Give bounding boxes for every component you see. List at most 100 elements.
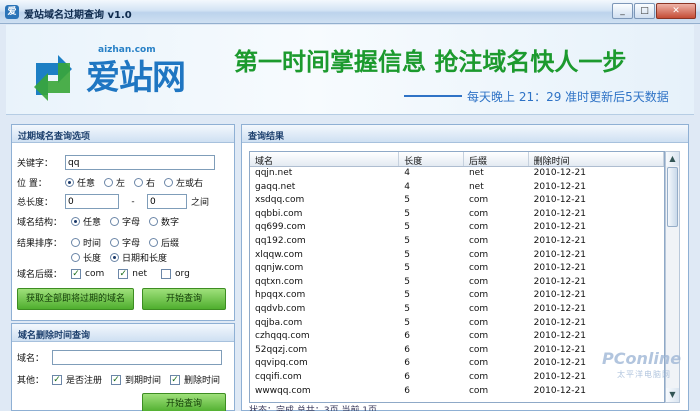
cell-suffix: com xyxy=(468,290,489,301)
cell-length: 6 xyxy=(404,371,410,382)
cell-domain: qqtxn.com xyxy=(255,276,304,287)
position-label: 位 置： xyxy=(17,179,47,189)
cell-length: 5 xyxy=(404,263,410,274)
logo-arrows-icon xyxy=(34,55,72,101)
scroll-thumb[interactable] xyxy=(667,167,678,227)
table-row[interactable]: qqbbi.com 5 com 2010-12-21 xyxy=(250,208,664,222)
results-table-header: 域名 长度 后缀 删除时间 xyxy=(250,152,664,167)
delete-query-button[interactable]: 开始查询 xyxy=(142,393,226,411)
scroll-up-icon[interactable]: ▲ xyxy=(666,152,679,166)
radio-icon xyxy=(110,253,120,262)
table-row[interactable]: qqdvb.com 5 com 2010-12-21 xyxy=(250,303,664,317)
other-label: 其他： xyxy=(17,376,45,386)
table-row[interactable]: qq699.com 5 com 2010-12-21 xyxy=(250,221,664,235)
domain-input[interactable] xyxy=(52,350,222,365)
structure-option-any[interactable]: 任意 xyxy=(71,215,101,228)
table-row[interactable]: qqjn.net 4 net 2010-12-21 xyxy=(250,167,664,181)
cell-delete-time: 2010-12-21 xyxy=(533,317,586,328)
delete-time-title: 域名删除时间查询 xyxy=(12,324,234,342)
cell-length: 5 xyxy=(404,222,410,233)
sort-option-time[interactable]: 时间 xyxy=(71,236,101,249)
cell-domain: qq699.com xyxy=(255,222,306,233)
checkbox-checked-icon: ✓ xyxy=(52,374,62,385)
position-option-right[interactable]: 右 xyxy=(134,176,155,189)
suffix-option-org[interactable]: org xyxy=(161,268,190,279)
structure-option-letters[interactable]: 字母 xyxy=(110,215,140,228)
cell-domain: qq192.com xyxy=(255,235,306,246)
length-from-input[interactable] xyxy=(65,194,119,209)
radio-icon xyxy=(164,178,174,187)
cell-delete-time: 2010-12-21 xyxy=(533,181,586,192)
cell-delete-time: 2010-12-21 xyxy=(533,303,586,314)
cell-domain: 52qqzj.com xyxy=(255,344,308,355)
cell-suffix: com xyxy=(468,344,489,355)
cell-length: 6 xyxy=(404,385,410,396)
cell-suffix: com xyxy=(468,208,489,219)
cell-length: 5 xyxy=(404,303,410,314)
checkbox-checked-icon: ✓ xyxy=(170,374,181,385)
table-row[interactable]: qqnjw.com 5 com 2010-12-21 xyxy=(250,262,664,276)
maximize-button[interactable]: □ xyxy=(634,3,655,19)
table-row[interactable]: qq192.com 5 com 2010-12-21 xyxy=(250,235,664,249)
minimize-button[interactable]: _ xyxy=(612,3,633,19)
radio-icon xyxy=(149,217,159,226)
position-option-left[interactable]: 左 xyxy=(104,176,125,189)
cell-delete-time: 2010-12-21 xyxy=(533,208,586,219)
cell-delete-time: 2010-12-21 xyxy=(533,195,586,206)
cell-length: 5 xyxy=(404,317,410,328)
radio-icon xyxy=(134,178,144,187)
table-row[interactable]: qqtxn.com 5 com 2010-12-21 xyxy=(250,276,664,290)
cell-length: 4 xyxy=(404,168,410,178)
cell-length: 5 xyxy=(404,276,410,287)
logo-site-text: aizhan.com xyxy=(98,45,156,55)
radio-icon xyxy=(110,217,120,226)
suffix-option-com[interactable]: ✓ com xyxy=(71,268,104,279)
option-delete-time[interactable]: ✓ 删除时间 xyxy=(170,373,220,386)
table-row[interactable]: czhqqq.com 6 com 2010-12-21 xyxy=(250,330,664,344)
position-option-any[interactable]: 任意 xyxy=(65,176,95,189)
column-header-suffix[interactable]: 后缀 xyxy=(464,152,529,167)
sort-option-suffix[interactable]: 后缀 xyxy=(149,236,179,249)
start-query-button[interactable]: 开始查询 xyxy=(142,288,226,310)
close-button[interactable]: ✕ xyxy=(656,3,696,19)
length-to-input[interactable] xyxy=(147,194,187,209)
cell-domain: qqvipq.com xyxy=(255,358,308,369)
banner: aizhan.com 爱站网 第一时间掌握信息 抢注域名快人一步 每天晚上 21… xyxy=(6,25,694,115)
suffix-option-net[interactable]: ✓ net xyxy=(118,268,147,279)
table-row[interactable]: xlqqw.com 5 com 2010-12-21 xyxy=(250,249,664,263)
sort-option-date-and-length[interactable]: 日期和长度 xyxy=(110,251,167,264)
cell-length: 6 xyxy=(404,358,410,369)
keyword-input[interactable] xyxy=(65,155,215,170)
cell-domain: gaqq.net xyxy=(255,181,296,192)
option-expiry-time[interactable]: ✓ 到期时间 xyxy=(111,373,161,386)
table-row[interactable]: xsdqq.com 5 com 2010-12-21 xyxy=(250,194,664,208)
column-header-domain[interactable]: 域名 xyxy=(250,152,400,167)
cell-delete-time: 2010-12-21 xyxy=(533,331,586,342)
length-label: 总长度： xyxy=(17,198,54,208)
banner-divider xyxy=(404,95,462,97)
logo-brand-text: 爱站网 xyxy=(86,58,186,98)
cell-suffix: com xyxy=(468,371,489,382)
cell-delete-time: 2010-12-21 xyxy=(533,235,586,246)
table-row[interactable]: qqjba.com 5 com 2010-12-21 xyxy=(250,317,664,331)
logo: aizhan.com 爱站网 xyxy=(28,45,214,109)
title-bar[interactable]: 爱 爱站域名过期查询 v1.0 _ □ ✕ xyxy=(0,0,700,24)
domain-label: 域名： xyxy=(17,354,45,364)
cell-domain: wwwqq.com xyxy=(255,385,311,396)
watermark: PConline 太平洋电脑网 xyxy=(577,343,689,403)
sort-option-letters[interactable]: 字母 xyxy=(110,236,140,249)
structure-option-digits[interactable]: 数字 xyxy=(149,215,179,228)
column-header-length[interactable]: 长度 xyxy=(399,152,464,167)
table-row[interactable]: hpqqx.com 5 com 2010-12-21 xyxy=(250,289,664,303)
cell-suffix: com xyxy=(468,358,489,369)
cell-domain: qqdvb.com xyxy=(255,303,306,314)
fetch-expiring-domains-button[interactable]: 获取全部即将过期的域名 xyxy=(17,288,134,310)
sort-option-length[interactable]: 长度 xyxy=(71,251,101,264)
banner-subtitle: 每天晚上 21：29 准时更新后5天数据 xyxy=(467,90,669,104)
table-row[interactable]: gaqq.net 4 net 2010-12-21 xyxy=(250,181,664,195)
column-header-delete-time[interactable]: 删除时间 xyxy=(529,152,664,167)
position-option-left-or-right[interactable]: 左或右 xyxy=(164,176,203,189)
cell-suffix: com xyxy=(468,303,489,314)
option-is-registered[interactable]: ✓ 是否注册 xyxy=(52,373,102,386)
watermark-line1: PConline xyxy=(602,349,682,368)
